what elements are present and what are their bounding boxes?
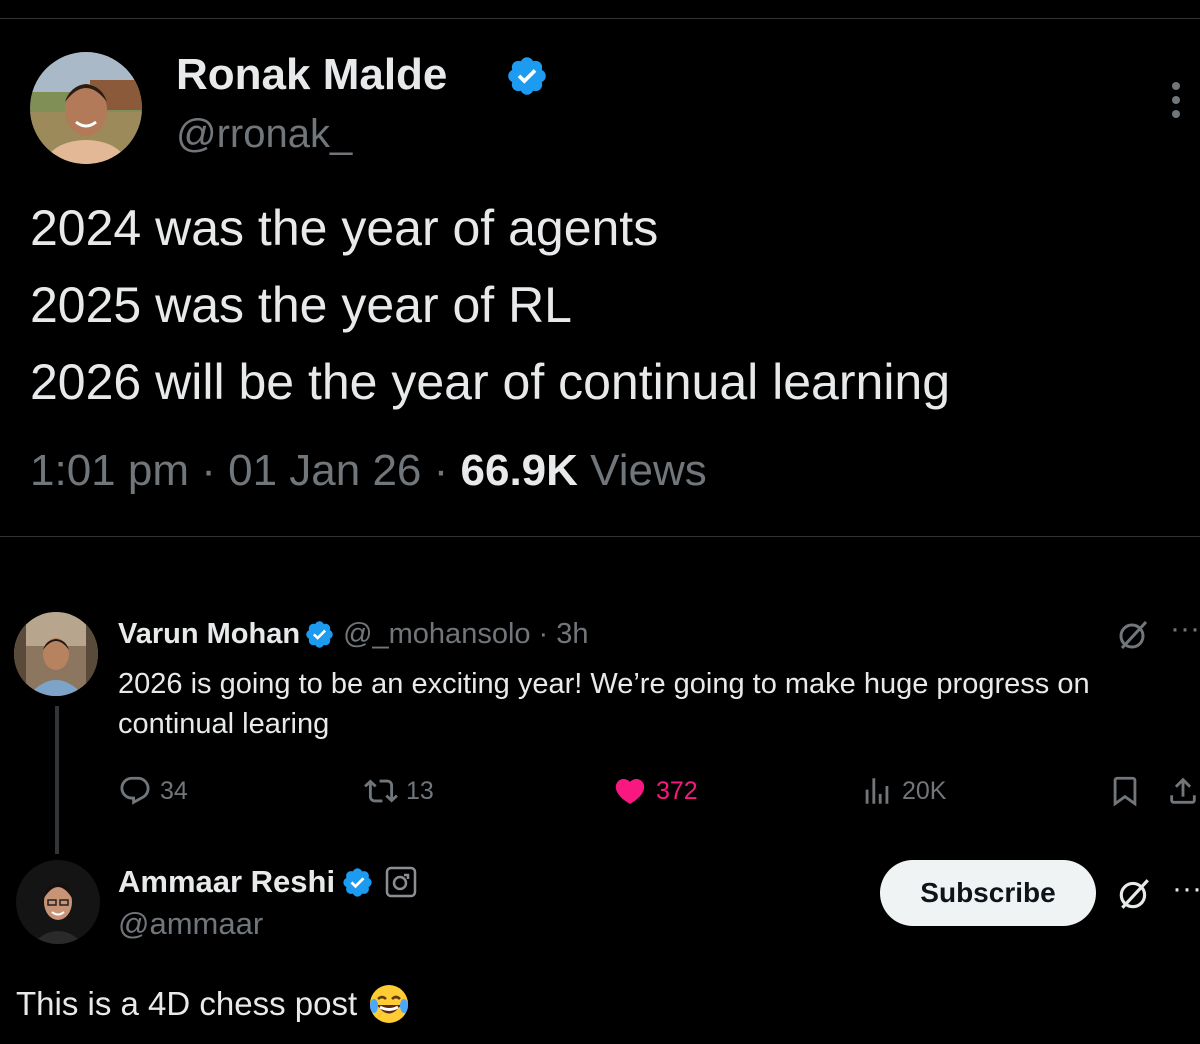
tweet-date[interactable]: 01 Jan 26 <box>228 446 421 495</box>
tweet-divider <box>0 536 1200 537</box>
reply-author-handle[interactable]: @_mohansolo <box>343 618 530 651</box>
reply-text: 2026 is going to be an exciting year! We… <box>118 668 1090 740</box>
main-author-handle[interactable]: @rronak_ <box>176 112 352 157</box>
views-button[interactable]: 20K <box>860 774 946 808</box>
repost-button[interactable]: 13 <box>364 774 434 808</box>
tweet-time[interactable]: 1:01 pm <box>30 446 189 495</box>
repost-icon <box>364 774 398 808</box>
more-icon[interactable]: ··· <box>1170 612 1200 646</box>
subscribe-button[interactable]: Subscribe <box>880 860 1096 926</box>
tweet-line: 2024 was the year of agents <box>30 200 659 256</box>
reply-count: 34 <box>160 776 188 805</box>
quote-author-name[interactable]: Ammaar Reshi <box>118 864 335 900</box>
tweet-meta: 1:01 pm · 01 Jan 26 · 66.9K Views <box>30 446 707 495</box>
views-count: 66.9K <box>460 446 578 495</box>
like-count: 372 <box>656 776 698 805</box>
tweet-line: 2025 was the year of RL <box>30 277 572 333</box>
main-author-name[interactable]: Ronak Malde <box>176 50 447 100</box>
quote-author-header: Ammaar Reshi <box>118 864 418 900</box>
thread-line <box>55 706 59 854</box>
bookmark-icon[interactable] <box>1108 774 1142 813</box>
verified-badge-icon <box>304 619 335 650</box>
reply-icon <box>118 774 152 808</box>
more-icon[interactable]: ··· <box>1172 872 1200 906</box>
reply-button[interactable]: 34 <box>118 774 188 808</box>
avatar-ammaar[interactable] <box>16 860 100 944</box>
verified-badge-icon <box>505 54 549 98</box>
tweet-line: 2026 will be the year of continual learn… <box>30 354 951 410</box>
avatar-ronak[interactable] <box>30 52 142 164</box>
quote-author-handle[interactable]: @ammaar <box>118 906 263 942</box>
subscribe-badge-icon <box>384 865 418 899</box>
like-button[interactable]: 372 <box>612 774 698 808</box>
reply-age[interactable]: 3h <box>556 618 588 651</box>
top-divider <box>0 18 1200 19</box>
views-label: Views <box>590 446 707 495</box>
avatar-varun[interactable] <box>14 612 98 696</box>
more-icon[interactable] <box>1168 80 1184 125</box>
grok-icon[interactable] <box>1116 876 1152 917</box>
verified-badge-icon <box>341 866 374 899</box>
views-count-reply: 20K <box>902 776 947 805</box>
like-icon <box>612 774 648 808</box>
main-tweet-text: 2024 was the year of agents 2025 was the… <box>30 190 950 421</box>
share-icon[interactable] <box>1166 774 1200 813</box>
reply-header: Varun Mohan @_mohansolo · 3h <box>118 618 589 651</box>
grok-icon[interactable] <box>1116 618 1150 657</box>
views-icon <box>860 774 894 808</box>
laughing-emoji-icon <box>367 982 411 1026</box>
quote-post-text: This is a 4D chess post <box>16 982 411 1026</box>
reply-author-name[interactable]: Varun Mohan <box>118 618 300 651</box>
repost-count: 13 <box>406 776 434 805</box>
